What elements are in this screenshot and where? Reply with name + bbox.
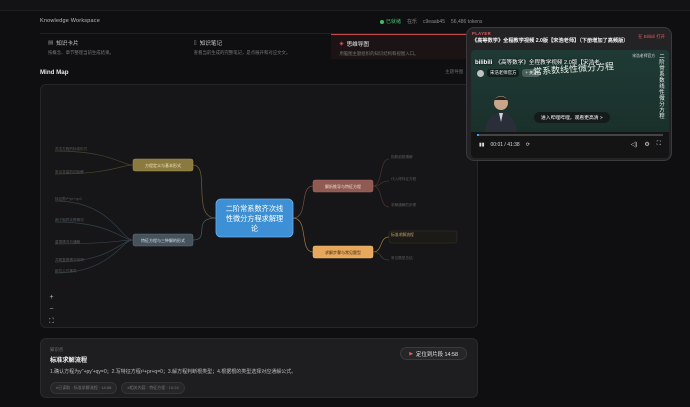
zoom-in-button[interactable]: +	[47, 293, 56, 302]
follow-button[interactable]: + 关注	[522, 69, 541, 77]
leaf-node: 齐次方程的标准形式	[55, 146, 88, 151]
status-bar: 已就绪 在乐 c9eaab45 56,486 tokens	[380, 18, 482, 25]
tab-mind-map[interactable]: ◈ 思维导图 用脑图主题组织的知识结构和视图入口。	[331, 34, 478, 59]
svg-text:求解步骤与常见题型: 求解步骤与常见题型	[325, 249, 361, 255]
leaf-node: 两个相异实根情况	[55, 217, 84, 222]
status-ready: 已就绪	[380, 18, 401, 25]
video-frame[interactable]: 常系数线性微分方程 bilibili 《高等数学》全程教学视频 2.0版【宋浩老.…	[471, 50, 669, 158]
channel-info: 宋浩老师官方 + 关注	[477, 69, 541, 77]
leaf-node: 代入得特征方程	[391, 176, 417, 181]
player-title: 《高等数学》全程教学视频 2.0版【宋浩老师】（下册增加了高频版）	[472, 38, 629, 44]
mindmap-icon: ◈	[339, 41, 344, 47]
play-arrow-icon: ▶	[409, 350, 414, 357]
video-title-overlay: bilibili 《高等数学》全程教学视频 2.0版【宋浩老...	[475, 60, 605, 66]
svg-text:方程定义与基本形式: 方程定义与基本形式	[145, 162, 181, 168]
fullscreen-icon[interactable]: ⛶	[657, 141, 661, 148]
progress-fill	[477, 134, 479, 136]
bilibili-logo: bilibili	[475, 60, 493, 66]
leaf-node: 求解通解的步骤	[391, 202, 417, 207]
leaf-node: 常见变量的初始解	[55, 169, 84, 174]
svg-text:论: 论	[251, 224, 259, 233]
reference-chip[interactable]: #已读取 · 标准求解流程 · 14:58	[50, 382, 118, 394]
fit-view-button[interactable]: ⛶	[47, 317, 56, 326]
detail-chips: #已读取 · 标准求解流程 · 14:58 #相关内容 · 特征方程 · 10:…	[50, 382, 185, 394]
settings-icon[interactable]: ⚙	[644, 141, 649, 148]
detail-body: 1.确认方程为y''+py'+qy=0；2.写特征方程r²+pr+q=0；3.解…	[50, 369, 297, 375]
channel-name: 宋浩老师官方	[487, 69, 520, 77]
player-label: PLAYER	[472, 31, 492, 36]
status-tokens: 56,486 tokens	[451, 18, 483, 25]
volume-icon[interactable]: ◁)	[631, 141, 638, 148]
zoom-controls: + − ⛶	[47, 293, 56, 326]
corner-label: 宋浩老师官方	[632, 54, 655, 58]
tab-knowledge-notes[interactable]: ▯ 知识笔记 查看当前生成的完整笔记，是点展开和对应文文。	[186, 34, 332, 59]
mind-map-svg: 齐次方程的标准形式 常见变量的初始解 特征根r²+pr+q=0 两个相异实根情况…	[54, 146, 458, 274]
tab-knowledge-cards[interactable]: ▤ 知识卡片 按概念、章节整理当前生成结果。	[40, 34, 186, 59]
leaf-node-selected: 标准求解流程	[391, 232, 414, 237]
hd-banner[interactable]: 进入哔哩哔哩，观看更高清 >	[534, 112, 610, 123]
detail-tag: 知识点	[50, 347, 64, 352]
svg-text:性微分方程求解理: 性微分方程求解理	[226, 214, 284, 223]
chalkboard-scene: 常系数线性微分方程 bilibili 《高等数学》全程教学视频 2.0版【宋浩老.…	[471, 50, 669, 132]
leaf-node: 指数函数猜解	[391, 154, 413, 159]
mind-map-hint: 主题导图	[445, 69, 464, 74]
player-controls: ▮▮ 00:01 / 41:38 ⟳ ◁) ⚙ ⛶	[471, 132, 669, 158]
status-dot-icon	[380, 19, 384, 24]
leaf-node: 共轭复根情况说明	[55, 257, 84, 262]
zoom-out-button[interactable]: −	[47, 305, 56, 314]
svg-text:特征方程与三种解的形式: 特征方程与三种解的形式	[141, 237, 185, 243]
leaf-node: 欧拉公式推导	[55, 268, 77, 273]
card-icon: ▤	[48, 40, 54, 46]
progress-bar[interactable]	[477, 134, 663, 136]
channel-avatar	[477, 69, 484, 77]
open-in-bilibili-link[interactable]: 在 Bilibili 打开	[638, 34, 665, 40]
loop-icon[interactable]: ⟳	[526, 142, 530, 148]
top-bar	[0, 0, 690, 11]
vertical-caption: 二阶常系数线性微分方程	[659, 54, 665, 120]
time-display: 00:01 / 41:38	[490, 142, 520, 148]
view-tabs: ▤ 知识卡片 按概念、章节整理当前生成结果。 ▯ 知识笔记 查看当前生成的完整笔记，…	[40, 33, 478, 59]
video-player-panel: PLAYER 《高等数学》全程教学视频 2.0版【宋浩老师】（下册增加了高频版）…	[466, 27, 672, 161]
status-model: 在乐	[407, 19, 418, 25]
mind-map-title: Mind Map	[40, 69, 69, 76]
note-icon: ▯	[193, 40, 197, 46]
detail-heading: 标准求解流程	[50, 357, 88, 364]
mind-map-canvas[interactable]: 齐次方程的标准形式 常见变量的初始解 特征根r²+pr+q=0 两个相异实根情况…	[40, 84, 478, 328]
status-id: c9eaab45	[423, 18, 445, 25]
leaf-node: 常见题型总结	[391, 255, 413, 260]
lecturer-figure	[485, 96, 517, 132]
reference-chip[interactable]: #相关内容 · 特征方程 · 10:24	[121, 382, 185, 394]
leaf-node: 特征根r²+pr+q=0	[55, 196, 82, 201]
svg-text:二阶常系数齐次线: 二阶常系数齐次线	[226, 204, 284, 213]
jump-to-segment-button[interactable]: ▶ 定位到片段 14:58	[400, 347, 467, 360]
knowledge-detail-card: 知识点 标准求解流程 1.确认方程为y''+py'+qy=0；2.写特征方程r²…	[40, 338, 478, 398]
workspace-title: Knowledge Workspace	[40, 18, 100, 24]
svg-text:解析推导与特征方程: 解析推导与特征方程	[325, 183, 361, 189]
play-pause-icon[interactable]: ▮▮	[479, 142, 485, 148]
leaf-node: 重根情况与通解	[55, 239, 81, 244]
